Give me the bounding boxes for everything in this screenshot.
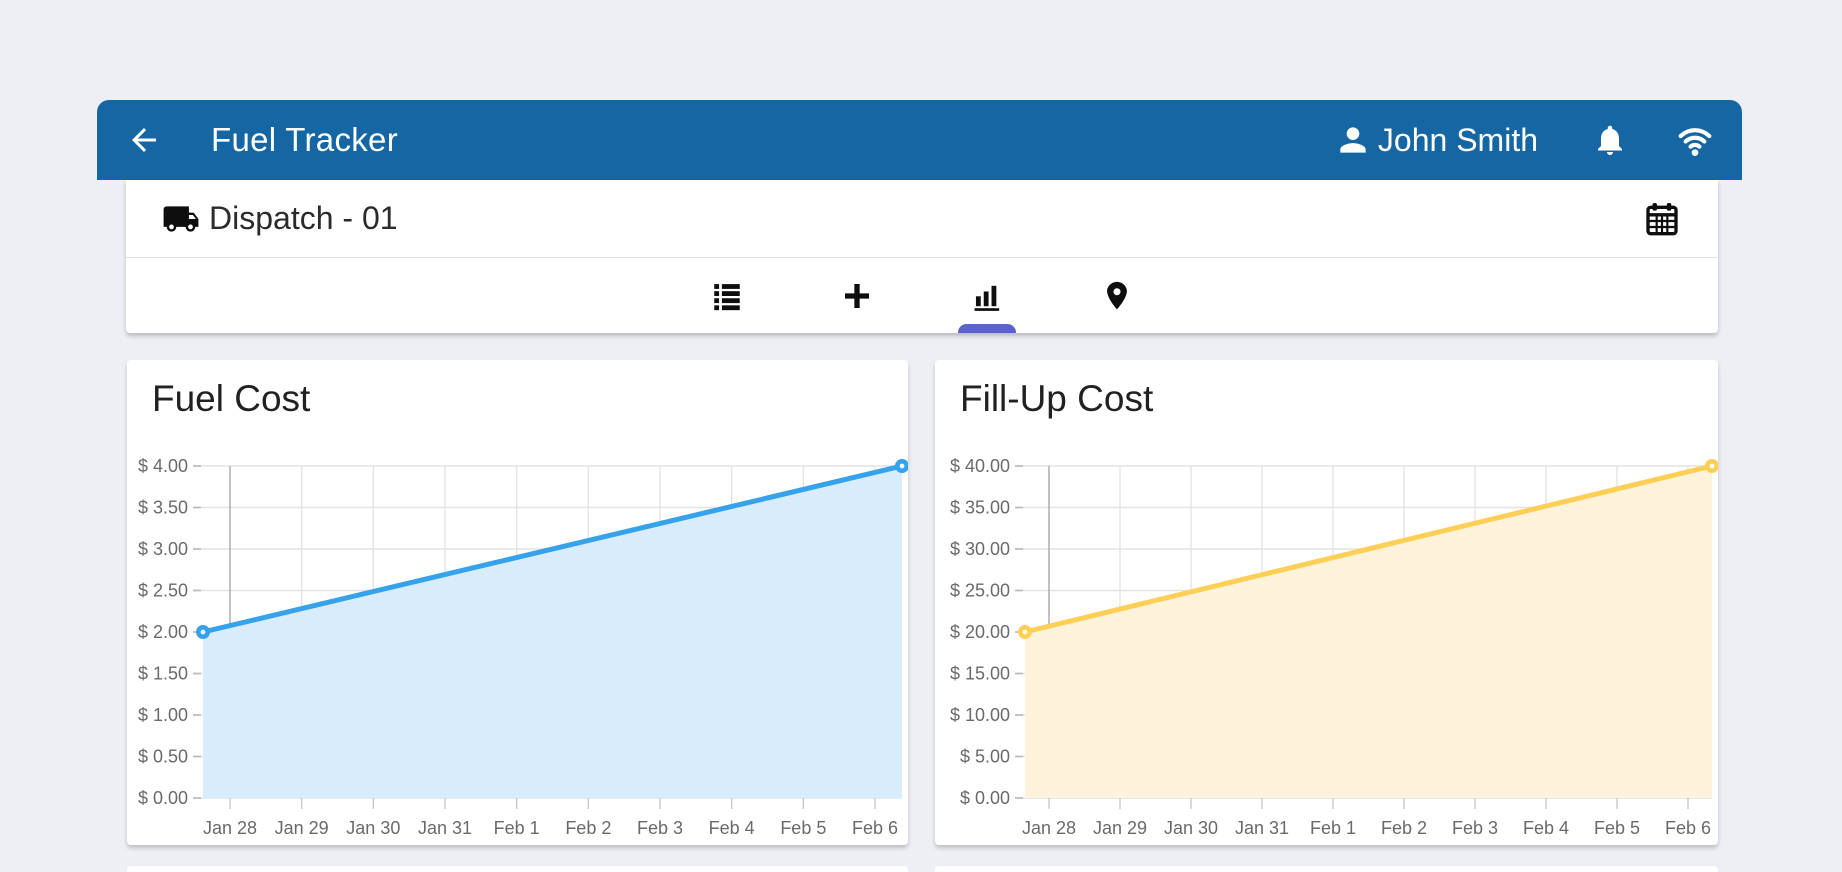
- tab-charts[interactable]: [959, 268, 1015, 324]
- add-icon: [845, 283, 869, 308]
- svg-text:Feb 1: Feb 1: [494, 818, 540, 838]
- svg-text:$ 35.00: $ 35.00: [950, 498, 1010, 518]
- svg-text:$ 30.00: $ 30.00: [950, 539, 1010, 559]
- user-name: John Smith: [1377, 121, 1538, 158]
- fill-up-cost-chart[interactable]: $ 40.00 $ 35.00 $ 30.00 $ 25.00 $ 20.00 $ 15.…: [935, 430, 1718, 845]
- list-icon: [714, 283, 740, 310]
- svg-text:$ 3.00: $ 3.00: [138, 539, 188, 559]
- tab-map[interactable]: [1089, 268, 1145, 324]
- svg-text:$ 3.50: $ 3.50: [138, 498, 188, 518]
- svg-text:$ 5.00: $ 5.00: [960, 747, 1010, 767]
- dispatch-card: Dispatch - 01: [126, 180, 1718, 333]
- svg-text:Jan 30: Jan 30: [346, 818, 400, 838]
- location-pin-icon: [1107, 281, 1127, 309]
- back-button[interactable]: [125, 121, 163, 159]
- svg-text:$ 15.00: $ 15.00: [950, 664, 1010, 684]
- svg-text:Feb 4: Feb 4: [709, 818, 755, 838]
- calendar-button[interactable]: [1642, 199, 1682, 239]
- svg-text:$ 20.00: $ 20.00: [950, 622, 1010, 642]
- next-card-peek: [127, 866, 908, 872]
- app-title: Fuel Tracker: [211, 121, 398, 158]
- svg-text:Feb 5: Feb 5: [780, 818, 826, 838]
- selected-tab-indicator: [958, 324, 1016, 333]
- svg-text:$ 2.50: $ 2.50: [138, 581, 188, 601]
- svg-text:Feb 6: Feb 6: [852, 818, 898, 838]
- svg-text:$ 0.00: $ 0.00: [138, 788, 188, 808]
- svg-text:Feb 2: Feb 2: [565, 818, 611, 838]
- svg-text:$ 0.50: $ 0.50: [138, 747, 188, 767]
- chart-title: Fuel Cost: [152, 378, 311, 419]
- svg-text:$ 2.00: $ 2.00: [138, 622, 188, 642]
- tab-add[interactable]: [829, 268, 885, 324]
- svg-text:Feb 4: Feb 4: [1523, 818, 1569, 838]
- dispatch-row: Dispatch - 01: [126, 180, 1718, 257]
- fuel-cost-chart[interactable]: $ 4.00 $ 3.50 $ 3.00 $ 2.50 $ 2.00 $ 1.50 $ 1.…: [127, 430, 908, 845]
- chart-title: Fill-Up Cost: [960, 378, 1154, 419]
- svg-text:$ 1.50: $ 1.50: [138, 664, 188, 684]
- app-bar: Fuel Tracker John Smith: [97, 100, 1742, 180]
- svg-text:Feb 3: Feb 3: [637, 818, 683, 838]
- svg-text:$ 10.00: $ 10.00: [950, 705, 1010, 725]
- svg-text:$ 1.00: $ 1.00: [138, 705, 188, 725]
- svg-text:Jan 30: Jan 30: [1164, 818, 1218, 838]
- screen: Fuel Tracker John Smith Dispatch - 01 Fu…: [0, 0, 1842, 872]
- notifications-button[interactable]: [1592, 122, 1628, 158]
- person-icon: [1340, 127, 1366, 153]
- arrow-left-icon: [132, 128, 156, 152]
- toolbar: [126, 258, 1718, 333]
- svg-text:Jan 28: Jan 28: [1022, 818, 1076, 838]
- svg-text:$ 25.00: $ 25.00: [950, 581, 1010, 601]
- next-card-peek: [935, 866, 1718, 872]
- bell-icon: [1598, 125, 1622, 155]
- app-bar-actions: John Smith: [1334, 120, 1742, 160]
- svg-text:$ 40.00: $ 40.00: [950, 456, 1010, 476]
- wifi-icon: [1678, 128, 1712, 156]
- svg-text:Jan 28: Jan 28: [203, 818, 257, 838]
- bar-chart-icon: [974, 285, 1000, 311]
- svg-text:Feb 1: Feb 1: [1310, 818, 1356, 838]
- fill-up-cost-card: Fill-Up Cost $ 40.00 $ 35.00 $ 30.00 $ 25.0…: [935, 360, 1718, 845]
- svg-text:Jan 29: Jan 29: [1093, 818, 1147, 838]
- wifi-status: [1674, 120, 1716, 160]
- calendar-icon: [1646, 202, 1678, 235]
- fuel-cost-card: Fuel Cost $ 4.00 $ 3.50 $ 3.00 $ 2.50 $ 2.00…: [127, 360, 908, 845]
- svg-text:Feb 5: Feb 5: [1594, 818, 1640, 838]
- truck-icon: [162, 200, 200, 238]
- svg-text:Jan 29: Jan 29: [275, 818, 329, 838]
- svg-text:$ 0.00: $ 0.00: [960, 788, 1010, 808]
- svg-text:Jan 31: Jan 31: [418, 818, 472, 838]
- user-menu[interactable]: John Smith: [1334, 121, 1538, 159]
- svg-text:Feb 6: Feb 6: [1665, 818, 1711, 838]
- tab-list[interactable]: [699, 268, 755, 324]
- svg-text:$ 4.00: $ 4.00: [138, 456, 188, 476]
- svg-text:Jan 31: Jan 31: [1235, 818, 1289, 838]
- svg-text:Feb 3: Feb 3: [1452, 818, 1498, 838]
- svg-text:Feb 2: Feb 2: [1381, 818, 1427, 838]
- dispatch-label: Dispatch - 01: [209, 200, 398, 236]
